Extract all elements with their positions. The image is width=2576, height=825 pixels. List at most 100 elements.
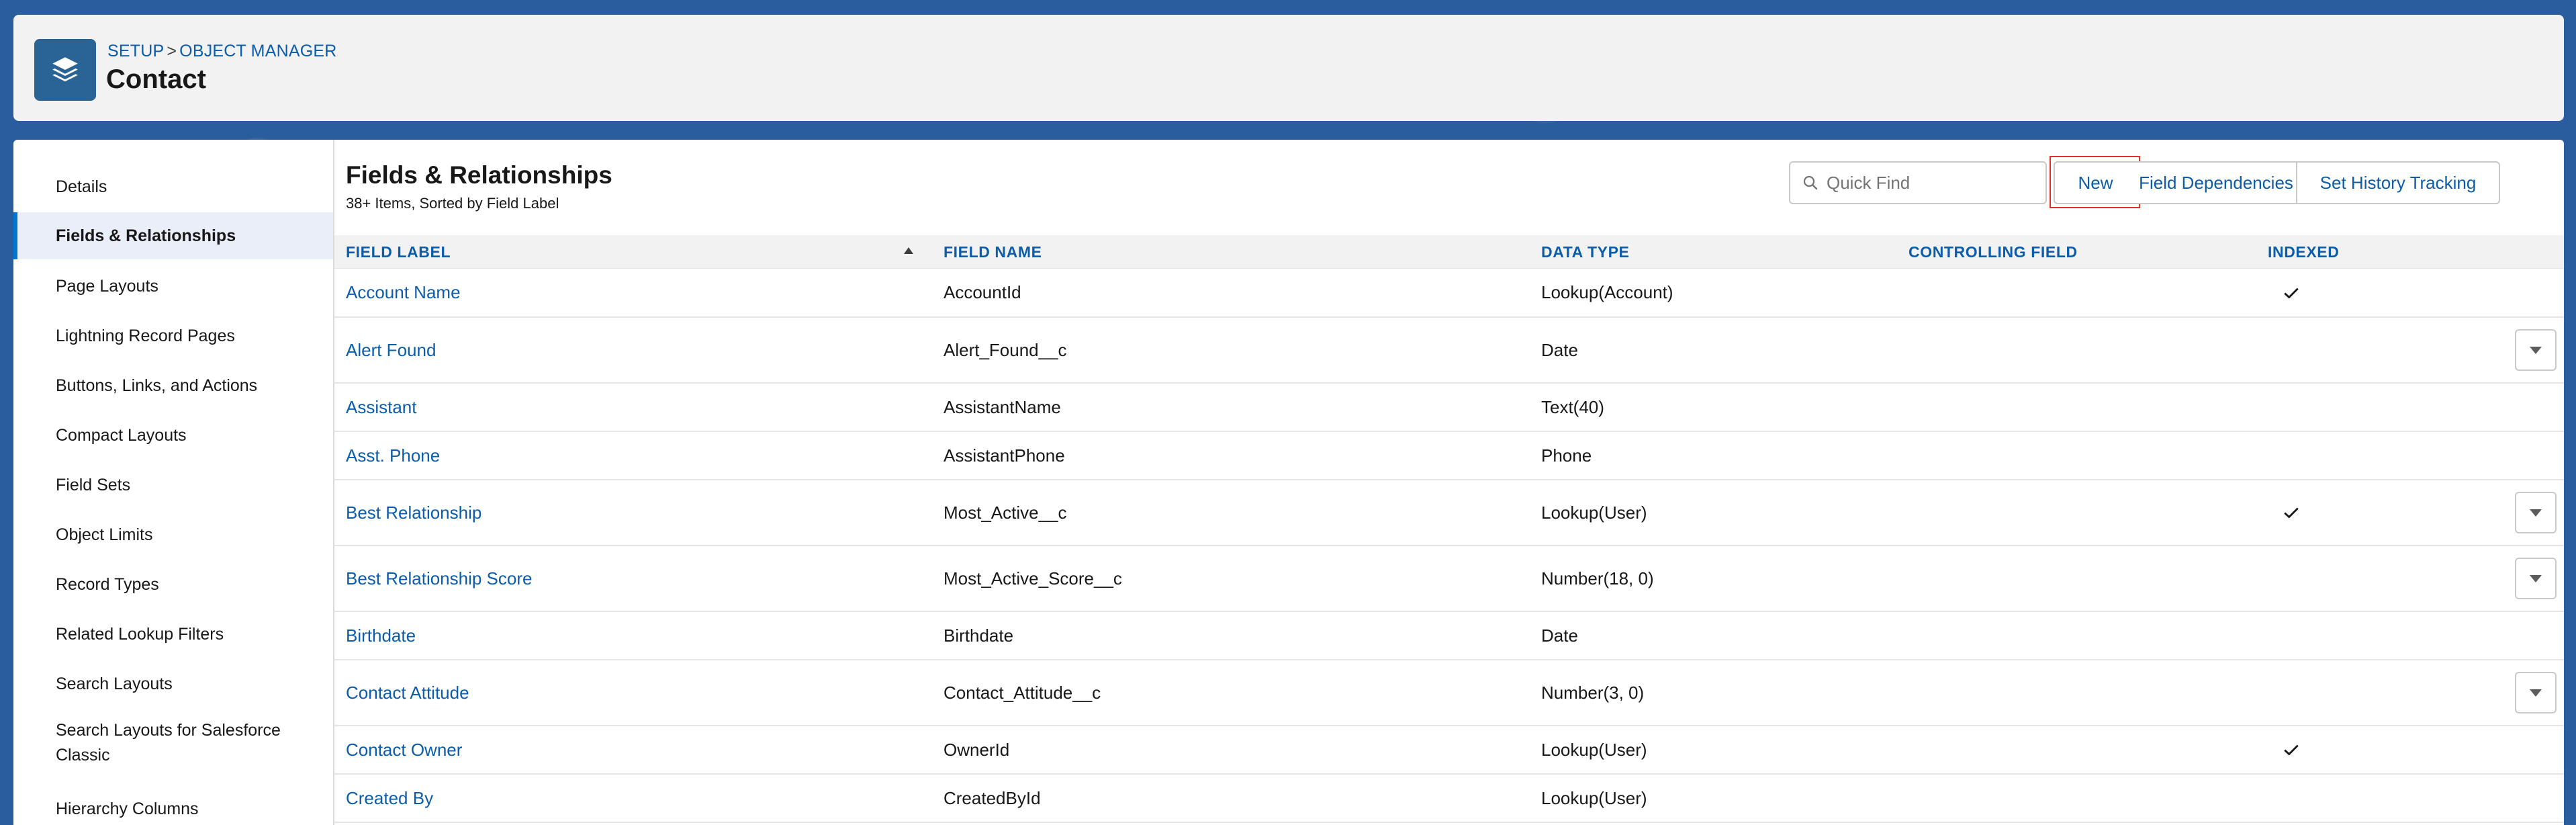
- sidebar-item-label: Record Types: [56, 574, 159, 594]
- sidebar-item-object-limits[interactable]: Object Limits: [13, 511, 333, 558]
- field-name: CreatedById: [944, 787, 1041, 808]
- fields-content: Fields & Relationships 38+ Items, Sorted…: [334, 140, 2564, 825]
- table-row: Contact Attitude Contact_Attitude__c Num…: [334, 660, 2564, 726]
- sidebar-item-compact-layouts[interactable]: Compact Layouts: [13, 412, 333, 459]
- field-name: Most_Active_Score__c: [944, 568, 1122, 589]
- field-label-link[interactable]: Alert Found: [346, 318, 436, 382]
- table-row: Best Relationship Most_Active__c Lookup(…: [334, 480, 2564, 546]
- set-history-tracking-button[interactable]: Set History Tracking: [2296, 161, 2500, 204]
- main-panel: Details Fields & Relationships Page Layo…: [13, 140, 2564, 825]
- data-type: Phone: [1541, 445, 1592, 466]
- data-type: Lookup(Account): [1541, 282, 1673, 302]
- sidebar-item-fields-relationships[interactable]: Fields & Relationships: [13, 212, 333, 259]
- quick-find-input[interactable]: [1827, 172, 2028, 193]
- search-icon: [1803, 175, 1818, 190]
- sidebar-item-search-layouts[interactable]: Search Layouts: [13, 660, 333, 707]
- sidebar-item-field-sets[interactable]: Field Sets: [13, 462, 333, 509]
- page-header: SETUP > OBJECT MANAGER Contact: [13, 15, 2564, 121]
- chevron-down-icon: [2530, 509, 2542, 517]
- chevron-down-icon: [2530, 689, 2542, 697]
- sidebar-item-label: Search Layouts for Salesforce Classic: [56, 721, 281, 765]
- sidebar-item-page-layouts[interactable]: Page Layouts: [13, 263, 333, 310]
- column-header-indexed[interactable]: INDEXED: [2268, 235, 2339, 269]
- sidebar-item-search-layouts-classic[interactable]: Search Layouts for Salesforce Classic: [13, 715, 333, 771]
- layers-icon: [34, 39, 96, 101]
- sidebar-item-label: Search Layouts: [56, 674, 173, 693]
- sidebar-item-record-types[interactable]: Record Types: [13, 561, 333, 608]
- table-row: Contact Owner OwnerId Lookup(User): [334, 726, 2564, 775]
- field-name: Birthdate: [944, 625, 1014, 646]
- field-label-link[interactable]: Account Name: [346, 269, 461, 316]
- field-label-link[interactable]: Created By: [346, 775, 433, 822]
- sidebar-item-label: Hierarchy Columns: [56, 799, 199, 818]
- sidebar-item-label: Fields & Relationships: [56, 226, 236, 245]
- column-header-data-type[interactable]: DATA TYPE: [1541, 235, 1629, 269]
- data-type: Date: [1541, 625, 1578, 646]
- field-dependencies-button[interactable]: Field Dependencies: [2136, 161, 2297, 204]
- checkmark-icon: [2284, 507, 2299, 519]
- sidebar-item-details[interactable]: Details: [13, 163, 333, 210]
- data-type: Lookup(User): [1541, 739, 1647, 760]
- table-row: Birthdate Birthdate Date: [334, 612, 2564, 660]
- data-type: Lookup(User): [1541, 787, 1647, 808]
- field-name: Most_Active__c: [944, 502, 1067, 523]
- chevron-down-icon: [2530, 574, 2542, 582]
- field-label-link[interactable]: Assistant: [346, 384, 417, 431]
- breadcrumb-separator: >: [167, 42, 177, 60]
- column-header-controlling-field[interactable]: CONTROLLING FIELD: [1908, 235, 2078, 269]
- quick-find[interactable]: [1789, 161, 2047, 204]
- table-row: Asst. Phone AssistantPhone Phone: [334, 432, 2564, 480]
- field-label-link[interactable]: Asst. Phone: [346, 432, 440, 479]
- field-label-link[interactable]: Best Relationship Score: [346, 546, 532, 611]
- field-label-link[interactable]: Birthdate: [346, 612, 416, 659]
- checkmark-icon: [2284, 744, 2299, 756]
- data-type: Number(18, 0): [1541, 568, 1654, 589]
- sort-ascending-icon[interactable]: [904, 247, 913, 254]
- chevron-down-icon: [2530, 346, 2542, 354]
- row-actions-button[interactable]: [2515, 329, 2557, 371]
- page-title: Contact: [106, 64, 206, 94]
- field-name: Contact_Attitude__c: [944, 682, 1101, 703]
- field-name: Alert_Found__c: [944, 339, 1067, 360]
- field-name: AssistantPhone: [944, 445, 1065, 466]
- field-label-link[interactable]: Contact Owner: [346, 726, 462, 773]
- sidebar-item-buttons-links-actions[interactable]: Buttons, Links, and Actions: [13, 362, 333, 409]
- breadcrumb-setup[interactable]: SETUP: [107, 42, 164, 60]
- field-name: OwnerId: [944, 739, 1010, 760]
- sidebar-item-related-lookup-filters[interactable]: Related Lookup Filters: [13, 611, 333, 658]
- data-type: Date: [1541, 339, 1578, 360]
- data-type: Number(3, 0): [1541, 682, 1645, 703]
- item-count: 38+ Items, Sorted by Field Label: [346, 195, 559, 212]
- sidebar-item-hierarchy-columns[interactable]: Hierarchy Columns: [13, 785, 333, 825]
- table-row: Alert Found Alert_Found__c Date: [334, 318, 2564, 384]
- sidebar-item-label: Buttons, Links, and Actions: [56, 376, 258, 395]
- column-header-field-label[interactable]: FIELD LABEL: [346, 235, 451, 269]
- field-name: AccountId: [944, 282, 1021, 302]
- sidebar-item-label: Lightning Record Pages: [56, 326, 235, 345]
- sidebar-item-label: Object Limits: [56, 525, 153, 544]
- section-title: Fields & Relationships: [346, 161, 612, 189]
- new-field-button[interactable]: New: [2054, 161, 2137, 204]
- row-actions-button[interactable]: [2515, 672, 2557, 713]
- data-type: Text(40): [1541, 396, 1604, 417]
- sidebar-item-label: Compact Layouts: [56, 425, 187, 445]
- table-row: Created By CreatedById Lookup(User): [334, 775, 2564, 823]
- table-header: FIELD LABEL FIELD NAME DATA TYPE CONTROL…: [334, 235, 2564, 269]
- sidebar-item-label: Page Layouts: [56, 276, 158, 296]
- table-row: Assistant AssistantName Text(40): [334, 384, 2564, 432]
- field-name: AssistantName: [944, 396, 1061, 417]
- table-row: Best Relationship Score Most_Active_Scor…: [334, 546, 2564, 612]
- sidebar-item-label: Related Lookup Filters: [56, 624, 224, 644]
- sidebar-item-label: Details: [56, 177, 107, 196]
- field-label-link[interactable]: Contact Attitude: [346, 660, 469, 725]
- breadcrumb: SETUP > OBJECT MANAGER: [107, 42, 337, 61]
- row-actions-button[interactable]: [2515, 558, 2557, 599]
- sidebar-item-label: Field Sets: [56, 475, 131, 494]
- column-header-field-name[interactable]: FIELD NAME: [944, 235, 1042, 269]
- sidebar-item-lightning-record-pages[interactable]: Lightning Record Pages: [13, 312, 333, 359]
- row-actions-button[interactable]: [2515, 492, 2557, 533]
- sidebar: Details Fields & Relationships Page Layo…: [13, 140, 334, 825]
- field-label-link[interactable]: Best Relationship: [346, 480, 481, 545]
- checkmark-icon: [2284, 288, 2299, 298]
- breadcrumb-object-manager[interactable]: OBJECT MANAGER: [179, 42, 336, 60]
